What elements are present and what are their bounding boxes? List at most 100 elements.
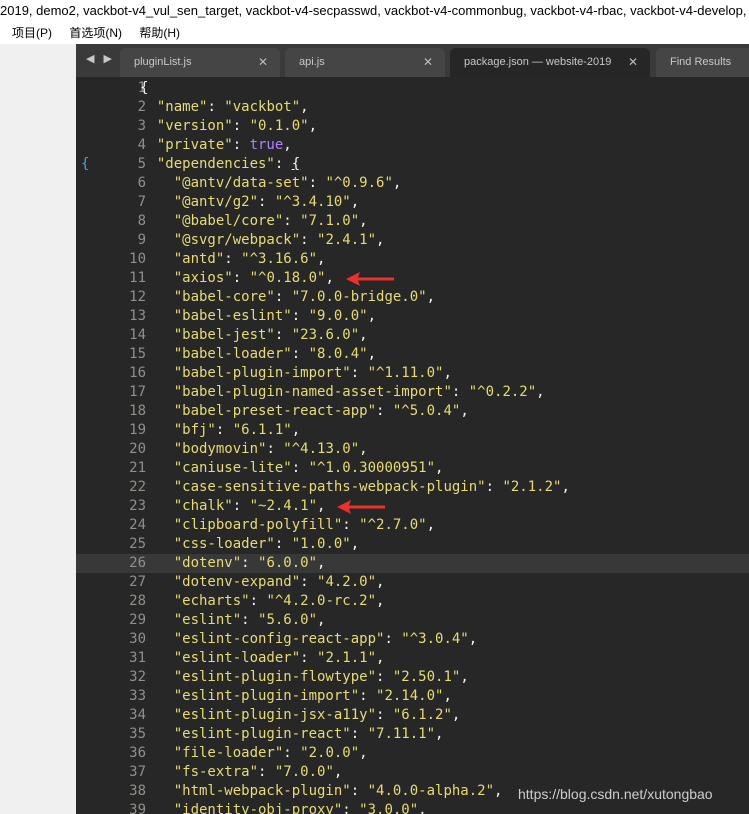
code-line[interactable]: 33 "eslint-plugin-import": "2.14.0",	[76, 687, 749, 706]
code-line[interactable]: 9 "@svgr/webpack": "2.4.1",	[76, 231, 749, 250]
json-punct: :	[350, 726, 368, 742]
tab-package-json[interactable]: package.json — website-2019 ✕	[450, 48, 650, 77]
json-key: "babel-loader"	[173, 346, 292, 362]
line-number: 25	[129, 536, 146, 552]
code-line[interactable]: 14 "babel-jest": "23.6.0",	[76, 326, 749, 345]
code-line[interactable]: 17 "babel-plugin-named-asset-import": "^…	[76, 383, 749, 402]
code-line[interactable]: 30 "eslint-config-react-app": "^3.0.4",	[76, 630, 749, 649]
json-value: "2.1.1"	[317, 650, 377, 666]
code-line[interactable]: 11 "axios": "^0.18.0",	[76, 269, 749, 288]
code-line[interactable]: 34 "eslint-plugin-jsx-a11y": "6.1.2",	[76, 706, 749, 725]
json-value: "4.2.0"	[317, 574, 377, 590]
json-value: "23.6.0"	[291, 327, 360, 343]
code-line[interactable]: 37 "fs-extra": "7.0.0",	[76, 763, 749, 782]
json-value: "2.50.1"	[392, 669, 461, 685]
code-line[interactable]: 19 "bfj": "6.1.1",	[76, 421, 749, 440]
code-line[interactable]: 23 "chalk": "~2.4.1",	[76, 497, 749, 516]
json-punct: ,	[460, 403, 469, 419]
code-text: "eslint-plugin-react": "7.11.1",	[140, 725, 444, 744]
json-key: "babel-jest"	[173, 327, 275, 343]
code-line[interactable]: 8 "@babel/core": "7.1.0",	[76, 212, 749, 231]
code-line[interactable]: 18 "babel-preset-react-app": "^5.0.4",	[76, 402, 749, 421]
code-line[interactable]: 20 "bodymovin": "^4.13.0",	[76, 440, 749, 459]
tab-pluginlist[interactable]: pluginList.js ✕	[120, 48, 280, 77]
code-line[interactable]: 5{ "dependencies": {	[76, 155, 749, 174]
code-line[interactable]: 36 "file-loader": "2.0.0",	[76, 744, 749, 763]
code-line[interactable]: 7 "@antv/g2": "^3.4.10",	[76, 193, 749, 212]
tab-label: pluginList.js	[134, 56, 192, 68]
code-line[interactable]: 39 "identity-obj-proxy": "3.0.0",	[76, 801, 749, 814]
json-key: "private"	[156, 137, 233, 153]
code-line[interactable]: 4 "private": true,	[76, 136, 749, 155]
tab-nav-arrows[interactable]: ◀ ▶	[86, 52, 115, 65]
code-line[interactable]: 2 "name": "vackbot",	[76, 98, 749, 117]
line-number: 27	[129, 574, 146, 590]
json-punct	[140, 460, 174, 476]
json-key: "babel-preset-react-app"	[173, 403, 377, 419]
json-punct: ,	[317, 251, 326, 267]
code-line[interactable]: 32 "eslint-plugin-flowtype": "2.50.1",	[76, 668, 749, 687]
json-key: "antd"	[173, 251, 225, 267]
json-punct: :	[342, 517, 360, 533]
json-value: "7.11.1"	[367, 726, 436, 742]
menu-preferences[interactable]: 首选项(N)	[69, 22, 122, 44]
code-line[interactable]: 26 "dotenv": "6.0.0",	[76, 554, 749, 573]
code-line[interactable]: 24 "clipboard-polyfill": "^2.7.0",	[76, 516, 749, 535]
code-line[interactable]: 6 "@antv/data-set": "^0.9.6",	[76, 174, 749, 193]
json-brace: {	[291, 156, 301, 172]
close-icon[interactable]: ✕	[423, 48, 433, 77]
menu-project[interactable]: 项目(P)	[12, 22, 52, 44]
code-line[interactable]: 16 "babel-plugin-import": "^1.11.0",	[76, 364, 749, 383]
code-line[interactable]: 13 "babel-eslint": "9.0.0",	[76, 307, 749, 326]
code-line[interactable]: 1{	[76, 79, 749, 98]
code-line[interactable]: 3 "version": "0.1.0",	[76, 117, 749, 136]
close-icon[interactable]: ✕	[258, 48, 268, 77]
line-number: 11	[129, 270, 146, 286]
code-text: "clipboard-polyfill": "^2.7.0",	[140, 516, 435, 535]
json-key: "dependencies"	[156, 156, 275, 172]
json-punct	[140, 422, 174, 438]
code-text: "@antv/data-set": "^0.9.6",	[140, 174, 402, 193]
json-punct	[140, 194, 174, 210]
line-number: 10	[129, 251, 146, 267]
json-key: "babel-core"	[173, 289, 275, 305]
json-key: "@antv/g2"	[173, 194, 259, 210]
code-line[interactable]: 28 "echarts": "^4.2.0-rc.2",	[76, 592, 749, 611]
tab-api[interactable]: api.js ✕	[285, 48, 445, 77]
code-text: {	[140, 79, 148, 98]
json-punct: :	[376, 403, 393, 419]
code-text: "bfj": "6.1.1",	[140, 421, 300, 440]
json-punct: :	[274, 289, 292, 305]
line-number: 28	[129, 593, 146, 609]
json-punct: ,	[308, 118, 318, 134]
code-line[interactable]: 25 "css-loader": "1.0.0",	[76, 535, 749, 554]
json-key: "bfj"	[173, 422, 216, 438]
code-text: "babel-loader": "8.0.4",	[140, 345, 376, 364]
code-editor[interactable]: 1{2 "name": "vackbot", 3 "version": "0.1.…	[76, 77, 749, 814]
code-line[interactable]: 29 "eslint": "5.6.0",	[76, 611, 749, 630]
json-key: "clipboard-polyfill"	[173, 517, 343, 533]
fold-marker-icon[interactable]: {	[81, 155, 89, 174]
json-value: "7.1.0"	[300, 213, 360, 229]
code-line[interactable]: 22 "case-sensitive-paths-webpack-plugin"…	[76, 478, 749, 497]
code-line[interactable]: 15 "babel-loader": "8.0.4",	[76, 345, 749, 364]
line-number: 38	[129, 783, 146, 799]
json-punct: ,	[317, 498, 326, 514]
line-number: 17	[129, 384, 146, 400]
close-icon[interactable]: ✕	[628, 48, 638, 77]
code-line[interactable]: 31 "eslint-loader": "2.1.1",	[76, 649, 749, 668]
code-line[interactable]: 35 "eslint-plugin-react": "7.11.1",	[76, 725, 749, 744]
tab-find-results[interactable]: Find Results	[656, 48, 749, 77]
code-line[interactable]: 12 "babel-core": "7.0.0-bridge.0",	[76, 288, 749, 307]
json-punct: ,	[291, 422, 301, 438]
code-line[interactable]: 27 "dotenv-expand": "4.2.0",	[76, 573, 749, 592]
json-punct: :	[350, 783, 368, 799]
json-punct: :	[376, 707, 393, 723]
line-number: 23	[129, 498, 146, 514]
json-value: "^4.13.0"	[283, 441, 360, 457]
menu-help[interactable]: 帮助(H)	[139, 22, 180, 44]
code-line[interactable]: 10 "antd": "^3.16.6",	[76, 250, 749, 269]
json-punct: :	[291, 308, 309, 324]
json-punct: :	[350, 365, 368, 381]
code-line[interactable]: 21 "caniuse-lite": "^1.0.30000951",	[76, 459, 749, 478]
